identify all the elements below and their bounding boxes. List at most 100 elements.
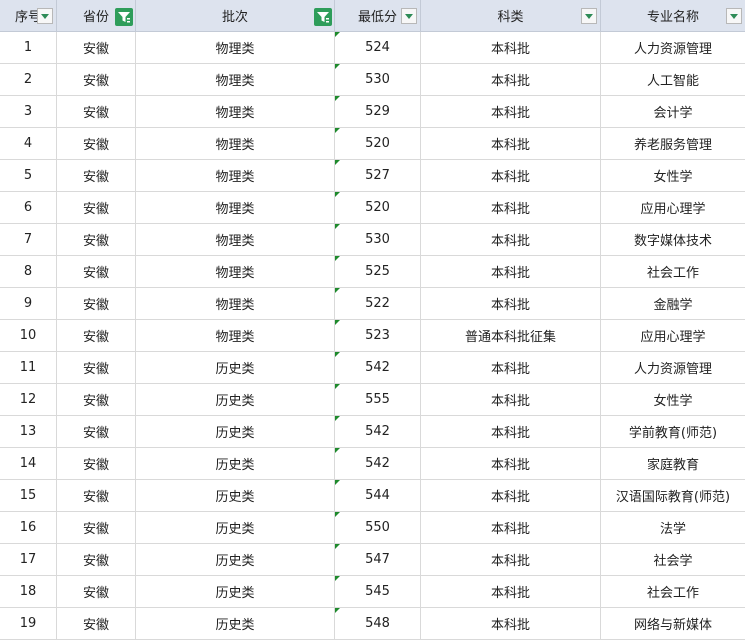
cell-index[interactable]: 10 xyxy=(0,320,57,352)
cell-index[interactable]: 16 xyxy=(0,512,57,544)
cell-batch[interactable]: 物理类 xyxy=(136,32,335,64)
cell-major[interactable]: 人工智能 xyxy=(601,64,745,96)
cell-category[interactable]: 本科批 xyxy=(421,352,601,384)
cell-min-score[interactable]: 530 xyxy=(335,64,421,96)
cell-min-score[interactable]: 529 xyxy=(335,96,421,128)
cell-index[interactable]: 2 xyxy=(0,64,57,96)
cell-min-score[interactable]: 530 xyxy=(335,224,421,256)
cell-index[interactable]: 12 xyxy=(0,384,57,416)
cell-category[interactable]: 本科批 xyxy=(421,480,601,512)
cell-province[interactable]: 安徽 xyxy=(57,448,136,480)
filter-active-icon[interactable] xyxy=(314,8,332,26)
cell-batch[interactable]: 物理类 xyxy=(136,224,335,256)
cell-min-score[interactable]: 555 xyxy=(335,384,421,416)
cell-batch[interactable]: 历史类 xyxy=(136,608,335,640)
cell-index[interactable]: 4 xyxy=(0,128,57,160)
cell-min-score[interactable]: 524 xyxy=(335,32,421,64)
cell-major[interactable]: 家庭教育 xyxy=(601,448,745,480)
cell-category[interactable]: 本科批 xyxy=(421,192,601,224)
cell-min-score[interactable]: 523 xyxy=(335,320,421,352)
cell-batch[interactable]: 物理类 xyxy=(136,128,335,160)
cell-min-score[interactable]: 542 xyxy=(335,448,421,480)
cell-province[interactable]: 安徽 xyxy=(57,544,136,576)
cell-index[interactable]: 8 xyxy=(0,256,57,288)
cell-index[interactable]: 6 xyxy=(0,192,57,224)
cell-province[interactable]: 安徽 xyxy=(57,608,136,640)
cell-major[interactable]: 网络与新媒体 xyxy=(601,608,745,640)
cell-batch[interactable]: 历史类 xyxy=(136,544,335,576)
cell-province[interactable]: 安徽 xyxy=(57,480,136,512)
cell-index[interactable]: 7 xyxy=(0,224,57,256)
cell-major[interactable]: 人力资源管理 xyxy=(601,352,745,384)
cell-major[interactable]: 应用心理学 xyxy=(601,320,745,352)
cell-category[interactable]: 本科批 xyxy=(421,384,601,416)
header-cell-category[interactable]: 科类 xyxy=(421,0,601,32)
cell-batch[interactable]: 物理类 xyxy=(136,320,335,352)
dropdown-arrow-icon[interactable] xyxy=(401,8,417,24)
cell-major[interactable]: 女性学 xyxy=(601,160,745,192)
cell-min-score[interactable]: 548 xyxy=(335,608,421,640)
cell-min-score[interactable]: 527 xyxy=(335,160,421,192)
cell-batch[interactable]: 历史类 xyxy=(136,576,335,608)
cell-index[interactable]: 14 xyxy=(0,448,57,480)
cell-category[interactable]: 本科批 xyxy=(421,32,601,64)
cell-province[interactable]: 安徽 xyxy=(57,224,136,256)
cell-category[interactable]: 普通本科批征集 xyxy=(421,320,601,352)
cell-category[interactable]: 本科批 xyxy=(421,544,601,576)
cell-province[interactable]: 安徽 xyxy=(57,64,136,96)
cell-province[interactable]: 安徽 xyxy=(57,160,136,192)
cell-category[interactable]: 本科批 xyxy=(421,512,601,544)
cell-category[interactable]: 本科批 xyxy=(421,416,601,448)
cell-index[interactable]: 5 xyxy=(0,160,57,192)
cell-min-score[interactable]: 522 xyxy=(335,288,421,320)
cell-province[interactable]: 安徽 xyxy=(57,128,136,160)
cell-category[interactable]: 本科批 xyxy=(421,224,601,256)
cell-province[interactable]: 安徽 xyxy=(57,288,136,320)
cell-province[interactable]: 安徽 xyxy=(57,384,136,416)
header-cell-major[interactable]: 专业名称 xyxy=(601,0,745,32)
cell-category[interactable]: 本科批 xyxy=(421,608,601,640)
cell-batch[interactable]: 历史类 xyxy=(136,448,335,480)
cell-batch[interactable]: 历史类 xyxy=(136,512,335,544)
cell-batch[interactable]: 物理类 xyxy=(136,256,335,288)
cell-index[interactable]: 18 xyxy=(0,576,57,608)
cell-major[interactable]: 数字媒体技术 xyxy=(601,224,745,256)
cell-major[interactable]: 汉语国际教育(师范) xyxy=(601,480,745,512)
cell-min-score[interactable]: 544 xyxy=(335,480,421,512)
dropdown-arrow-icon[interactable] xyxy=(581,8,597,24)
cell-batch[interactable]: 物理类 xyxy=(136,64,335,96)
cell-category[interactable]: 本科批 xyxy=(421,288,601,320)
cell-batch[interactable]: 物理类 xyxy=(136,192,335,224)
cell-major[interactable]: 社会学 xyxy=(601,544,745,576)
cell-major[interactable]: 法学 xyxy=(601,512,745,544)
cell-index[interactable]: 11 xyxy=(0,352,57,384)
cell-province[interactable]: 安徽 xyxy=(57,96,136,128)
cell-category[interactable]: 本科批 xyxy=(421,128,601,160)
cell-major[interactable]: 社会工作 xyxy=(601,256,745,288)
cell-category[interactable]: 本科批 xyxy=(421,96,601,128)
cell-batch[interactable]: 历史类 xyxy=(136,416,335,448)
cell-province[interactable]: 安徽 xyxy=(57,192,136,224)
cell-min-score[interactable]: 542 xyxy=(335,416,421,448)
cell-province[interactable]: 安徽 xyxy=(57,352,136,384)
cell-min-score[interactable]: 520 xyxy=(335,128,421,160)
cell-batch[interactable]: 历史类 xyxy=(136,384,335,416)
header-cell-province[interactable]: 省份 xyxy=(57,0,136,32)
cell-batch[interactable]: 物理类 xyxy=(136,160,335,192)
cell-category[interactable]: 本科批 xyxy=(421,256,601,288)
cell-index[interactable]: 19 xyxy=(0,608,57,640)
cell-category[interactable]: 本科批 xyxy=(421,64,601,96)
cell-province[interactable]: 安徽 xyxy=(57,32,136,64)
cell-min-score[interactable]: 547 xyxy=(335,544,421,576)
cell-index[interactable]: 9 xyxy=(0,288,57,320)
filter-active-icon[interactable] xyxy=(115,8,133,26)
cell-index[interactable]: 15 xyxy=(0,480,57,512)
cell-major[interactable]: 养老服务管理 xyxy=(601,128,745,160)
cell-batch[interactable]: 物理类 xyxy=(136,96,335,128)
cell-major[interactable]: 女性学 xyxy=(601,384,745,416)
cell-major[interactable]: 学前教育(师范) xyxy=(601,416,745,448)
cell-index[interactable]: 17 xyxy=(0,544,57,576)
cell-category[interactable]: 本科批 xyxy=(421,576,601,608)
cell-min-score[interactable]: 542 xyxy=(335,352,421,384)
cell-province[interactable]: 安徽 xyxy=(57,256,136,288)
